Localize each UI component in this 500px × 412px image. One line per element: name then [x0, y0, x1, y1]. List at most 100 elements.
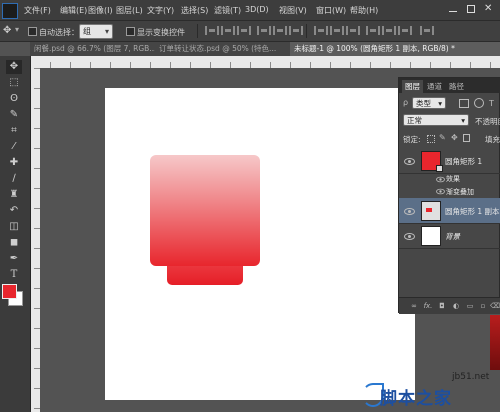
align-hcenter-icon[interactable]: [273, 26, 287, 35]
side-thumbnail: [490, 315, 500, 370]
layer-thumbnail: [421, 226, 441, 246]
tab-layers[interactable]: 图层: [402, 80, 423, 93]
group-icon[interactable]: ▭: [465, 301, 475, 311]
tools-panel: ✥ ⬚ ʘ ✎ ⌗ ⁄ ✚ ∕ ♜ ↶ ◫ ◼ ✒ T: [0, 56, 31, 412]
layer-name[interactable]: 背景: [445, 231, 460, 242]
divider: [197, 24, 198, 38]
gradient-overlay-row[interactable]: 渐变叠加: [399, 185, 500, 199]
distribute-top-icon[interactable]: [314, 26, 328, 35]
preset-dropdown-icon[interactable]: ▾: [15, 25, 19, 34]
minimize-icon[interactable]: [448, 4, 458, 14]
crop-tool-icon[interactable]: ⌗: [6, 124, 22, 138]
history-brush-tool-icon[interactable]: ↶: [6, 204, 22, 218]
auto-select-dropdown[interactable]: 组 ▾: [79, 24, 113, 39]
tab-document-1[interactable]: 闲餐.psd @ 66.7% (图层 7, RGB...: [30, 42, 159, 56]
layers-panel-tabs: 图层 通道 路径: [399, 78, 500, 93]
lasso-tool-icon[interactable]: ʘ: [6, 92, 22, 106]
fx-icon[interactable]: fx.: [423, 301, 433, 311]
effect-eye-icon[interactable]: [436, 188, 445, 195]
filter-type-icon[interactable]: T: [489, 99, 494, 108]
tab-document-3[interactable]: 未标题-1 @ 100% (圆角矩形 1 副本, RGB/8) *: [290, 42, 500, 56]
layer-row-rounded-rect-1-copy[interactable]: 圆角矩形 1 副本: [399, 198, 500, 224]
adjustment-icon[interactable]: ◐: [451, 301, 461, 311]
divider: [306, 24, 307, 38]
filter-kind-dropdown[interactable]: 类型 ▾: [412, 97, 446, 109]
tab-paths[interactable]: 路径: [446, 80, 467, 93]
filter-pixel-icon[interactable]: [459, 99, 469, 108]
menu-select[interactable]: 选择(S): [181, 5, 208, 16]
distribute-hcenter-icon[interactable]: [382, 26, 396, 35]
effects-row[interactable]: 效果: [399, 173, 500, 185]
fill-label: 填充: [485, 135, 500, 144]
auto-select-checkbox[interactable]: [28, 27, 37, 36]
layer-name[interactable]: 圆角矩形 1: [445, 156, 482, 167]
mask-icon[interactable]: ◘: [437, 301, 447, 311]
close-icon[interactable]: ✕: [484, 4, 494, 14]
rounded-rectangle-gradient-shape[interactable]: [150, 155, 260, 266]
opacity-label: 不透明度: [475, 117, 500, 126]
quick-select-tool-icon[interactable]: ✎: [6, 108, 22, 122]
distribute-left-icon[interactable]: [366, 26, 380, 35]
lock-pixels-icon[interactable]: ✎: [439, 133, 446, 142]
layers-panel-footer: ∞ fx. ◘ ◐ ▭ ▫ ⌫: [399, 297, 500, 314]
healing-tool-icon[interactable]: ✚: [6, 156, 22, 170]
lock-position-icon[interactable]: ✥: [451, 133, 458, 142]
photoshop-logo-icon: [2, 3, 18, 19]
tab-document-2[interactable]: 订单转让状态.psd @ 50% (特色...: [155, 42, 294, 56]
search-icon: ρ: [403, 98, 409, 107]
visibility-eye-icon[interactable]: [404, 158, 415, 165]
chevron-down-icon: ▾: [461, 116, 465, 125]
align-top-icon[interactable]: [205, 26, 219, 35]
menu-image[interactable]: 图像(I): [88, 5, 113, 16]
menu-window[interactable]: 窗口(W): [316, 5, 346, 16]
lock-label: 锁定:: [403, 135, 421, 144]
move-tool-icon[interactable]: ✥: [6, 60, 22, 74]
menu-view[interactable]: 视图(V): [279, 5, 307, 16]
type-tool-icon[interactable]: T: [6, 268, 22, 282]
new-layer-icon[interactable]: ▫: [478, 301, 488, 311]
stamp-tool-icon[interactable]: ♜: [6, 188, 22, 202]
visibility-eye-icon[interactable]: [404, 208, 415, 215]
menu-layer[interactable]: 图层(L): [116, 5, 143, 16]
lock-all-icon[interactable]: [463, 134, 470, 142]
show-transform-checkbox[interactable]: [126, 27, 135, 36]
layer-row-background[interactable]: 背景: [399, 223, 500, 249]
layer-row-rounded-rect-1[interactable]: 圆角矩形 1: [399, 148, 500, 174]
trash-icon[interactable]: ⌫: [490, 301, 500, 311]
horizontal-ruler[interactable]: [30, 56, 500, 68]
tab-channels[interactable]: 通道: [424, 80, 445, 93]
link-icon[interactable]: ∞: [409, 301, 419, 311]
auto-align-icon[interactable]: [420, 26, 434, 35]
foreground-color-swatch[interactable]: [2, 284, 17, 299]
menu-help[interactable]: 帮助(H): [350, 5, 378, 16]
menu-filter[interactable]: 滤镜(T): [214, 5, 241, 16]
align-vcenter-icon[interactable]: [221, 26, 235, 35]
menu-file[interactable]: 文件(F): [24, 5, 51, 16]
move-tool-preset-icon[interactable]: ✥: [3, 25, 11, 36]
filter-adjustment-icon[interactable]: [474, 98, 484, 108]
auto-select-label: 自动选择：: [39, 28, 79, 37]
maximize-icon[interactable]: [466, 4, 476, 14]
distribute-vcenter-icon[interactable]: [330, 26, 344, 35]
marquee-tool-icon[interactable]: ⬚: [6, 76, 22, 90]
distribute-right-icon[interactable]: [398, 26, 412, 35]
gradient-tool-icon[interactable]: ◼: [6, 236, 22, 250]
eraser-tool-icon[interactable]: ◫: [6, 220, 22, 234]
lock-transparent-icon[interactable]: [427, 135, 435, 143]
visibility-eye-icon[interactable]: [404, 233, 415, 240]
align-left-icon[interactable]: [257, 26, 271, 35]
menu-3d[interactable]: 3D(D): [245, 5, 269, 14]
distribute-bottom-icon[interactable]: [346, 26, 360, 35]
align-right-icon[interactable]: [289, 26, 303, 35]
brush-tool-icon[interactable]: ∕: [6, 172, 22, 186]
layer-thumbnail: [421, 201, 441, 221]
eyedropper-tool-icon[interactable]: ⁄: [6, 140, 22, 154]
menu-type[interactable]: 文字(Y): [147, 5, 174, 16]
effects-eye-icon[interactable]: [436, 176, 445, 183]
pen-tool-icon[interactable]: ✒: [6, 252, 22, 266]
vertical-ruler[interactable]: [30, 68, 40, 412]
menu-edit[interactable]: 编辑(E): [60, 5, 87, 16]
layer-name[interactable]: 圆角矩形 1 副本: [445, 206, 500, 217]
align-bottom-icon[interactable]: [237, 26, 251, 35]
blend-mode-dropdown[interactable]: 正常 ▾: [403, 114, 469, 126]
